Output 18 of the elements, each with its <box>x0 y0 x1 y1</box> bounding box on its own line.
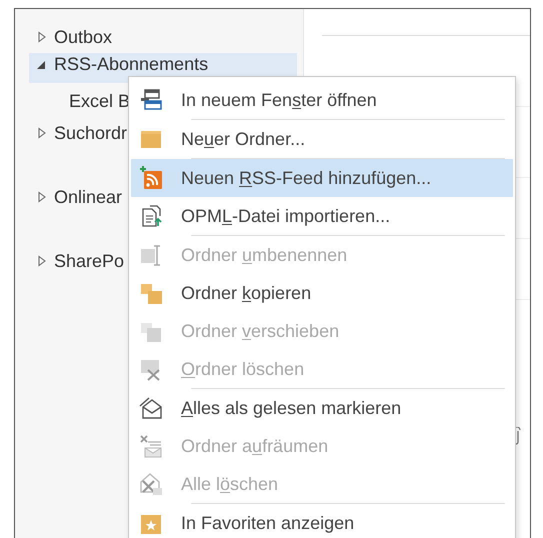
folder-item[interactable]: SharePo <box>54 250 124 272</box>
folder-item[interactable]: Suchordr <box>54 122 128 144</box>
windows-icon <box>139 88 163 112</box>
copy-folder-icon <box>139 281 163 305</box>
open-envelope-icon <box>139 396 163 420</box>
menu-item[interactable]: OPML-Datei importieren... <box>131 197 513 235</box>
menu-item[interactable]: Alles als gelesen markieren <box>131 389 513 427</box>
menu-item[interactable]: Neuer Ordner... <box>131 120 513 158</box>
folder-item[interactable]: Onlinear <box>54 186 122 208</box>
menu-item[interactable]: Neuen RSS-Feed hinzufügen... <box>131 159 513 197</box>
folder-item[interactable]: Outbox <box>54 26 112 48</box>
rss-add-icon <box>139 166 163 190</box>
delete-all-icon <box>139 472 163 496</box>
clean-up-icon <box>139 434 163 458</box>
menu-item[interactable]: In neuem Fenster öffnen <box>131 81 513 119</box>
menu-item[interactable]: Ordner kopieren <box>131 274 513 312</box>
rename-folder-icon <box>139 243 163 267</box>
menu-item[interactable]: In Favoriten anzeigen <box>131 504 513 538</box>
